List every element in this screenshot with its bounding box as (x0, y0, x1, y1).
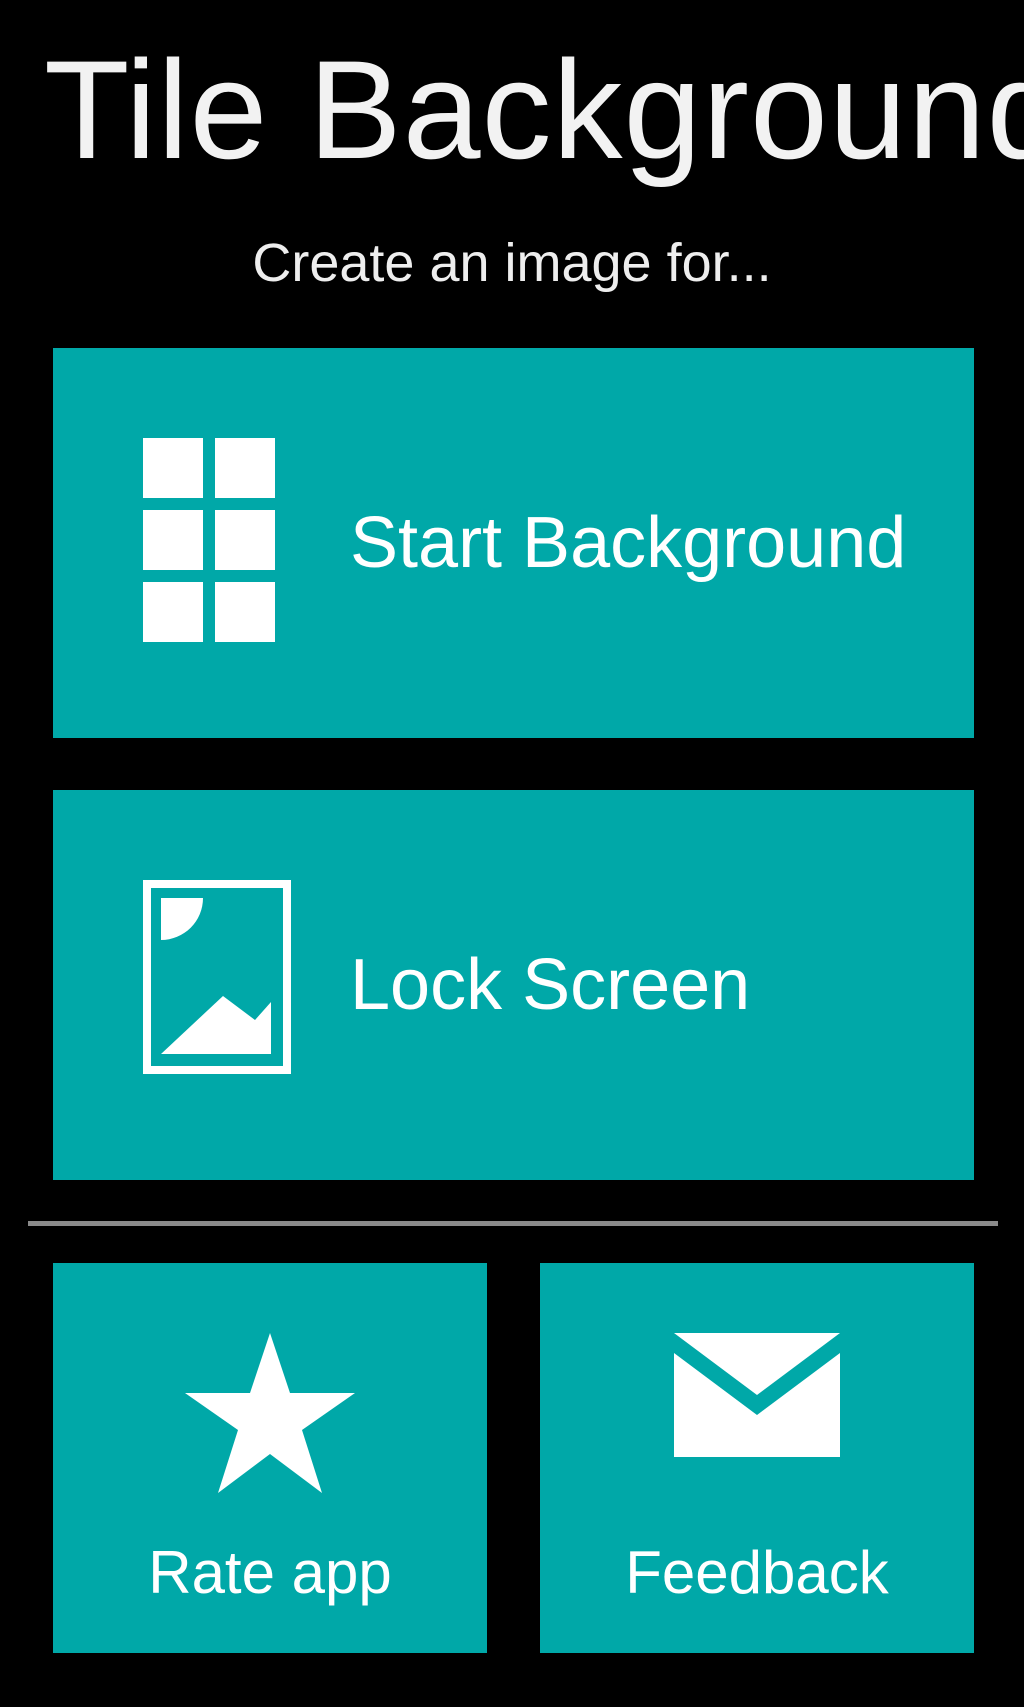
lock-screen-label: Lock Screen (350, 945, 751, 1025)
picture-icon (143, 880, 293, 1081)
start-grid-icon (143, 438, 281, 651)
lock-screen-button[interactable]: Lock Screen (53, 790, 974, 1180)
start-background-button[interactable]: Start Background (53, 348, 974, 738)
start-background-label: Start Background (350, 503, 907, 583)
rate-app-button[interactable]: Rate app (53, 1263, 487, 1653)
page-subtitle: Create an image for... (252, 233, 772, 293)
envelope-icon (674, 1333, 840, 1462)
page-title: Tile Background (44, 31, 1024, 188)
rate-app-label: Rate app (148, 1539, 392, 1606)
divider (28, 1221, 998, 1226)
feedback-label: Feedback (625, 1539, 889, 1606)
feedback-button[interactable]: Feedback (540, 1263, 974, 1653)
star-icon (185, 1333, 355, 1498)
